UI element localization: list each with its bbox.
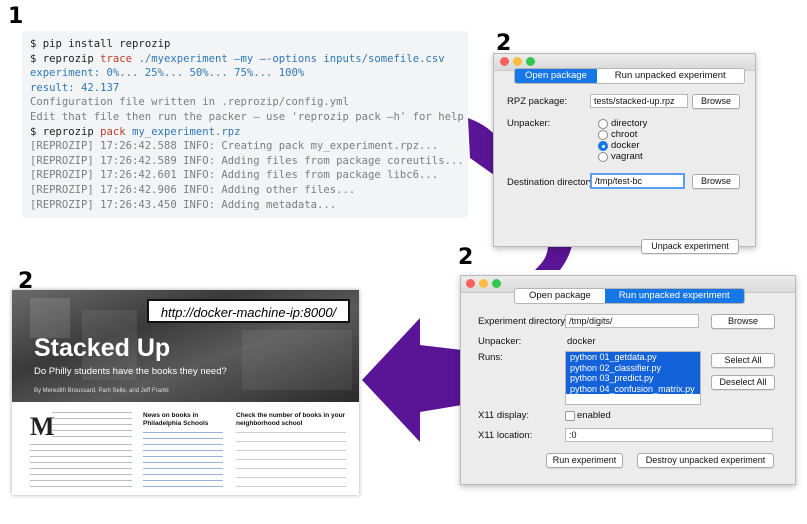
terminal-line: [REPROZIP] 17:26:42.588 INFO: Creating p… [30, 139, 468, 154]
terminal-panel: $ pip install reprozip $ reprozip trace .… [22, 31, 468, 218]
minimize-icon[interactable] [479, 279, 488, 288]
unpacker-label: Unpacker: [507, 118, 551, 129]
experiment-directory-label: Experiment directory: [478, 316, 568, 327]
browse-destination-button[interactable]: Browse [692, 174, 740, 189]
terminal-line: $ reprozip pack my_experiment.rpz [30, 125, 468, 140]
close-icon[interactable] [500, 57, 509, 66]
terminal-output: Configuration file written in .reprozip/… [30, 96, 349, 109]
tab-bar: Open package Run unpacked experiment [514, 288, 745, 304]
x11-display-label: X11 display: [478, 410, 530, 421]
terminal-line: $ pip install reprozip [30, 37, 468, 52]
unpacker-value: docker [567, 336, 596, 347]
terminal-line: $ reprozip trace ./myexperiment –my —-op… [30, 52, 468, 67]
page-subtitle: Do Philly students have the books they n… [34, 366, 227, 377]
x11-enabled-label: enabled [577, 410, 611, 421]
arrow-unpack-to-run [535, 245, 572, 270]
unpacker-radio-chroot[interactable] [598, 130, 608, 140]
run-list-item[interactable]: python 01_getdata.py [566, 352, 700, 363]
unpacker-option-label: directory [611, 118, 648, 129]
check-books-heading: Check the number of books in your neighb… [236, 412, 346, 427]
url-callout: http://docker-machine-ip:8000/ [147, 299, 350, 323]
school-search-area[interactable] [236, 432, 346, 488]
run-list-item[interactable]: python 03_predict.py [566, 373, 700, 384]
terminal-line: experiment: 0%... 25%... 50%... 75%... 1… [30, 66, 468, 81]
destination-label: Destination directory: [507, 177, 597, 188]
news-links[interactable] [143, 432, 223, 488]
terminal-kw: pack [100, 125, 126, 138]
terminal-prompt: $ [30, 38, 43, 50]
destination-field[interactable]: /tmp/test-bc [590, 173, 685, 189]
destroy-unpacked-button[interactable]: Destroy unpacked experiment [637, 453, 774, 468]
x11-location-label: X11 location: [478, 430, 533, 441]
tab-open-package[interactable]: Open package [515, 69, 597, 83]
unpacker-radio-vagrant[interactable] [598, 152, 608, 162]
terminal-output: [REPROZIP] 17:26:42.601 INFO: Adding fil… [30, 169, 439, 182]
run-window: Open package Run unpacked experiment Exp… [460, 275, 796, 485]
arrow-run-to-web [362, 318, 462, 442]
terminal-output: result: 42.137 [30, 81, 120, 94]
terminal-output: [REPROZIP] 17:26:42.588 INFO: Creating p… [30, 140, 439, 153]
hero-decoration [30, 298, 70, 338]
run-experiment-button[interactable]: Run experiment [546, 453, 623, 468]
terminal-line: Configuration file written in .reprozip/… [30, 95, 468, 110]
terminal-output: [REPROZIP] 17:26:42.906 INFO: Adding oth… [30, 183, 356, 196]
article-text [30, 444, 132, 490]
unpack-window: Open package Run unpacked experiment RPZ… [493, 53, 756, 254]
terminal-line: Edit that file then run the packer — use… [30, 110, 468, 125]
x11-location-field[interactable]: :0 [565, 428, 773, 442]
terminal-prompt: $ [30, 52, 43, 65]
browse-rpz-button[interactable]: Browse [692, 94, 740, 109]
terminal-prompt: $ [30, 125, 43, 138]
terminal-line: [REPROZIP] 17:26:42.601 INFO: Adding fil… [30, 168, 468, 183]
terminal-line: [REPROZIP] 17:26:42.906 INFO: Adding oth… [30, 183, 468, 198]
select-all-button[interactable]: Select All [711, 353, 775, 368]
unpacker-label: Unpacker: [478, 336, 522, 347]
run-list-item[interactable]: python 04_confusion_matrix.py [566, 383, 700, 394]
x11-enabled-checkbox[interactable] [565, 411, 575, 421]
tab-open-package[interactable]: Open package [515, 289, 605, 303]
unpacker-option-label: vagrant [611, 151, 643, 162]
maximize-icon[interactable] [492, 279, 501, 288]
runs-label: Runs: [478, 352, 503, 363]
webpage-screenshot: Stacked Up Do Philly students have the b… [12, 290, 359, 495]
close-icon[interactable] [466, 279, 475, 288]
runs-list[interactable]: python 01_getdata.py python 02_classifier… [565, 351, 701, 405]
tab-run-unpacked[interactable]: Run unpacked experiment [597, 69, 744, 83]
terminal-output: [REPROZIP] 17:26:43.450 INFO: Adding met… [30, 198, 337, 211]
deselect-all-button[interactable]: Deselect All [711, 375, 775, 390]
terminal-line: [REPROZIP] 17:26:42.589 INFO: Adding fil… [30, 154, 468, 169]
minimize-icon[interactable] [513, 57, 522, 66]
unpacker-radio-docker[interactable] [598, 141, 608, 151]
rpz-package-label: RPZ package: [507, 96, 568, 107]
unpacker-radio-directory[interactable] [598, 119, 608, 129]
terminal-line: [REPROZIP] 17:26:43.450 INFO: Adding met… [30, 198, 468, 213]
hero-decoration [242, 330, 352, 390]
maximize-icon[interactable] [526, 57, 535, 66]
run-list-item[interactable]: python 02_classifier.py [566, 362, 700, 373]
dropcap: M [30, 412, 55, 441]
experiment-directory-field[interactable]: /tmp/digits/ [565, 314, 699, 328]
terminal-cmd: pip install reprozip [42, 38, 171, 50]
news-heading: News on books in Philadelphia Schools [143, 412, 209, 427]
tab-run-unpacked[interactable]: Run unpacked experiment [604, 289, 744, 303]
unpack-experiment-button[interactable]: Unpack experiment [641, 239, 739, 254]
article-text [52, 412, 132, 442]
terminal-output: [REPROZIP] 17:26:42.589 INFO: Adding fil… [30, 154, 464, 167]
terminal-output: experiment: 0%... 25%... 50%... 75%... 1… [30, 67, 305, 80]
byline: By Meredith Broussard, Pam Selle, and Je… [34, 388, 169, 394]
unpacker-option-label: docker [611, 140, 640, 151]
terminal-rest: my_experiment.rpz [125, 125, 241, 138]
terminal-line: result: 42.137 [30, 81, 468, 96]
terminal-cmd: reprozip [42, 125, 101, 138]
terminal-rest: ./myexperiment –my —-options inputs/some… [132, 52, 445, 65]
unpacker-option-label: chroot [611, 129, 638, 140]
rpz-package-field[interactable]: tests/stacked-up.rpz [590, 94, 688, 108]
page-title: Stacked Up [34, 334, 171, 362]
tab-bar: Open package Run unpacked experiment [514, 68, 745, 84]
browse-experiment-button[interactable]: Browse [711, 314, 775, 329]
terminal-kw: trace [100, 52, 133, 65]
terminal-output: Edit that file then run the packer — use… [30, 110, 464, 123]
terminal-cmd: reprozip [42, 52, 101, 65]
